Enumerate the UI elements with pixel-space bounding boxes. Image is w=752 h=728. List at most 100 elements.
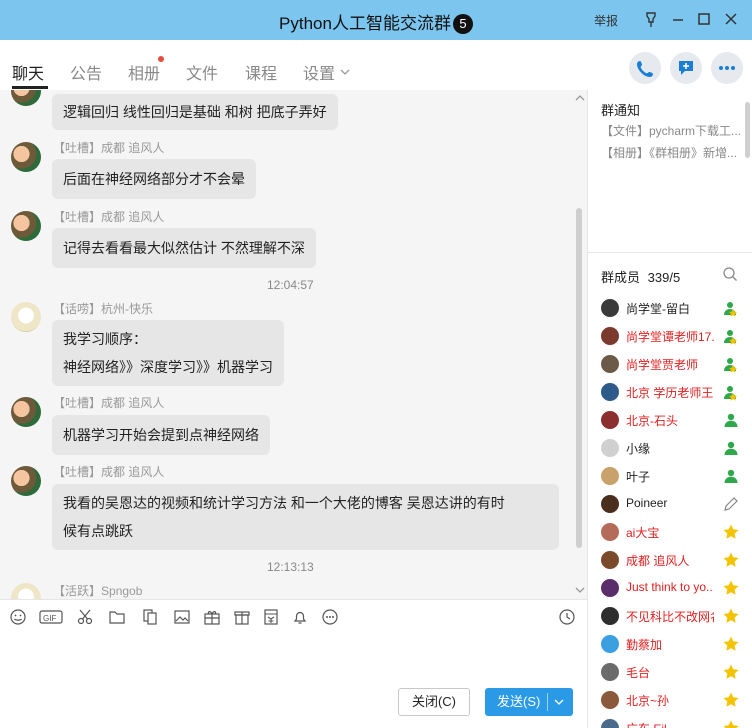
avatar[interactable] [11, 142, 41, 172]
scroll-top-icon[interactable] [574, 92, 586, 104]
scroll-bottom-icon[interactable] [574, 584, 586, 596]
tab-settings[interactable]: 设置 [303, 60, 351, 84]
chat-scrollbar[interactable] [576, 208, 582, 548]
member-avatar [601, 411, 619, 429]
avatar[interactable] [11, 397, 41, 427]
avatar[interactable] [11, 583, 41, 599]
minimize-icon[interactable] [667, 8, 689, 30]
sender-name[interactable]: 成都 追风人 [101, 210, 164, 224]
image-icon[interactable] [173, 608, 191, 626]
avatar[interactable] [11, 466, 41, 496]
sender-tag: 【吐槽】 [53, 141, 102, 155]
send-button-divider [547, 693, 548, 711]
close-icon[interactable] [720, 8, 742, 30]
member-item[interactable]: ai大宝 [588, 518, 752, 546]
tab-files[interactable]: 文件 [186, 60, 218, 84]
admin-icon [722, 327, 740, 345]
star-icon [722, 607, 740, 625]
notice-item[interactable]: 【文件】pycharm下载工... [601, 122, 741, 139]
tab-courses[interactable]: 课程 [245, 60, 277, 84]
admin-icon [722, 299, 740, 317]
star-icon [722, 551, 740, 569]
emoji-icon[interactable] [9, 608, 27, 626]
notice-item[interactable]: 【相册】《群相册》新增... [601, 144, 741, 161]
member-item[interactable]: 成都 追风人 [588, 546, 752, 574]
sender-name[interactable]: 成都 追风人 [101, 396, 164, 410]
member-name: 不见科比不改网名... [626, 610, 714, 624]
member-avatar [601, 663, 619, 681]
tab-announcement[interactable]: 公告 [70, 60, 102, 84]
sender-name[interactable]: 成都 追风人 [101, 465, 164, 479]
notice-scrollbar[interactable] [745, 102, 750, 158]
member-item[interactable]: 尚学堂-留白 [588, 294, 752, 322]
tab-chat[interactable]: 聊天 [12, 60, 44, 84]
close-button[interactable]: 关闭(C) [398, 688, 470, 716]
member-item[interactable]: 北京-石头 [588, 406, 752, 434]
red-packet-icon[interactable] [262, 608, 280, 626]
send-button[interactable]: 发送(S) [485, 688, 573, 716]
more-circle-icon[interactable] [321, 608, 339, 626]
more-button[interactable] [711, 52, 743, 84]
chat-bubble-icon [679, 61, 693, 75]
star-icon [722, 691, 740, 709]
voice-call-button[interactable] [629, 52, 661, 84]
member-item[interactable]: 尚学堂贾老师 [588, 350, 752, 378]
group-level-badge: 5 [452, 14, 473, 34]
chevron-down-icon [341, 69, 350, 75]
maximize-icon[interactable] [693, 8, 715, 30]
file-transfer-icon[interactable] [141, 608, 159, 626]
report-link[interactable]: 举报 [594, 12, 618, 29]
sender-name[interactable]: Spngob [101, 584, 142, 598]
member-name: 小缘 [626, 442, 651, 456]
group-chat-button[interactable] [670, 52, 702, 84]
avatar[interactable] [11, 90, 41, 106]
member-item[interactable]: 北京~孙 [588, 686, 752, 714]
member-avatar [601, 355, 619, 373]
member-item[interactable]: Poineer [588, 490, 752, 518]
member-item[interactable]: 尚学堂谭老师17... [588, 322, 752, 350]
history-clock-icon[interactable] [558, 608, 576, 626]
member-name: 广东 Eil [626, 720, 714, 728]
svg-text:GIF: GIF [43, 614, 56, 623]
member-item[interactable]: 北京 学历老师王... [588, 378, 752, 406]
member-item[interactable]: 毛台 [588, 658, 752, 686]
member-item[interactable]: 不见科比不改网名... [588, 602, 752, 630]
star-icon [722, 663, 740, 681]
star-icon [722, 719, 740, 728]
tab-album[interactable]: 相册 [128, 60, 160, 84]
scissors-icon[interactable] [76, 608, 94, 626]
gift-box-icon[interactable] [203, 608, 221, 626]
send-button-label: 发送(S) [497, 694, 541, 709]
member-name: 毛台 [626, 666, 651, 680]
sender-name[interactable]: 成都 追风人 [101, 141, 164, 155]
sender-tag: 【话唠】 [53, 302, 102, 316]
gift-icon[interactable] [233, 608, 251, 626]
member-avatar [601, 327, 619, 345]
star-icon [722, 523, 740, 541]
edit-icon [722, 495, 740, 513]
message-bubble: 逻辑回归 线性回归是基础 和树 把底子弄好 [52, 94, 338, 130]
member-name: 北京 学历老师王... [626, 386, 714, 400]
avatar[interactable] [11, 302, 41, 332]
message-bubble: 我看的吴恩达的视频和统计学习方法 和一个大佬的博客 吴恩达讲的有时 候有点跳跃 [52, 484, 559, 550]
member-name: 北京~孙 [626, 694, 670, 708]
member-count: 339/5 [647, 270, 681, 285]
member-item[interactable]: 小缘 [588, 434, 752, 462]
folder-icon[interactable] [108, 608, 126, 626]
avatar[interactable] [11, 211, 41, 241]
chat-history[interactable]: 逻辑回归 线性回归是基础 和树 把底子弄好 【吐槽】成都 追风人 后面在神经网络… [0, 90, 587, 599]
active-tab-indicator [12, 86, 48, 89]
chevron-down-icon[interactable] [553, 696, 565, 708]
sender-tag: 【吐槽】 [53, 210, 102, 224]
member-item[interactable]: 勤蔡加 [588, 630, 752, 658]
member-item[interactable]: 叶子 [588, 462, 752, 490]
message-sender: 【吐槽】成都 追风人 [53, 394, 164, 411]
gif-icon[interactable]: GIF [39, 608, 63, 626]
bell-icon[interactable] [291, 608, 309, 626]
member-item[interactable]: Just think to yo... [588, 574, 752, 602]
message-line: 我看的吴恩达的视频和统计学习方法 和一个大佬的博客 吴恩达讲的有时 [63, 495, 505, 511]
pin-icon[interactable] [640, 8, 662, 30]
search-icon[interactable] [722, 266, 738, 282]
sender-name[interactable]: 杭州-快乐 [101, 302, 153, 316]
member-item[interactable]: 广东 Eil [588, 714, 752, 728]
